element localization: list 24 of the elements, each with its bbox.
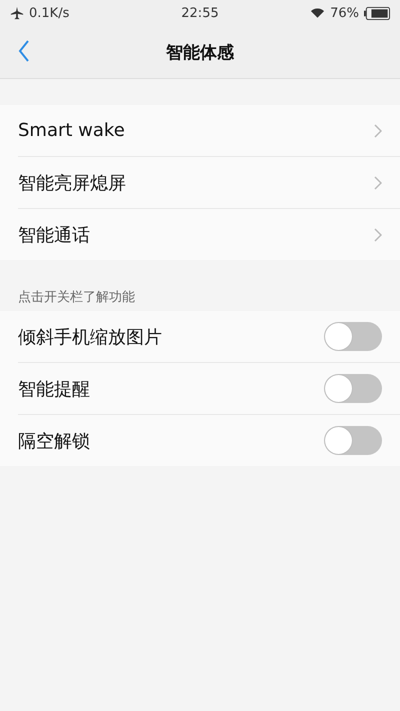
settings-item[interactable]: 智能亮屏熄屏 — [18, 157, 400, 209]
toggle-switch[interactable] — [324, 426, 382, 455]
chevron-icon — [374, 176, 382, 190]
item-label: Smart wake — [18, 120, 125, 141]
page-title: 智能体感 — [166, 42, 234, 64]
toggle-switch[interactable] — [324, 374, 382, 403]
battery-icon — [364, 6, 390, 20]
chevron-icon — [374, 124, 382, 138]
toggle-switch[interactable] — [324, 322, 382, 351]
status-time: 22:55 — [181, 6, 219, 20]
back-icon — [18, 40, 30, 62]
network-speed: 0.1K/s — [29, 6, 70, 20]
battery-percent: 76% — [330, 6, 359, 20]
settings-item[interactable]: Smart wake — [18, 105, 400, 157]
toggle-label: 倾斜手机缩放图片 — [18, 326, 162, 348]
item-label: 智能通话 — [18, 224, 90, 246]
section-hint: 点击开关栏了解功能 — [17, 289, 136, 307]
chevron-icon — [374, 228, 382, 242]
wifi-icon — [310, 7, 326, 19]
toggle-label: 隔空解锁 — [18, 430, 90, 452]
settings-item[interactable]: 智能通话 — [18, 209, 400, 260]
airplane-icon — [10, 6, 24, 20]
toggle-label: 智能提醒 — [18, 378, 90, 400]
item-label: 智能亮屏熄屏 — [18, 172, 126, 194]
